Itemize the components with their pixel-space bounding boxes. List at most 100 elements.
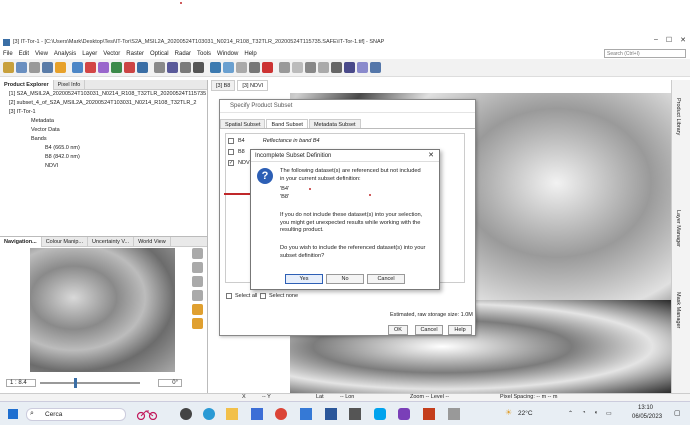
undo-icon[interactable]: [42, 62, 53, 73]
select-all-option[interactable]: Select all: [226, 293, 257, 299]
bicycle-icon[interactable]: [136, 408, 158, 421]
tree-item-product-2[interactable]: [2] subset_4_of_S2A_MSIL2A_20200524T1030…: [3, 99, 207, 108]
file-explorer-icon[interactable]: [226, 408, 238, 420]
tree-item-band-ndvi[interactable]: NDVI: [3, 162, 207, 171]
analysis-icon[interactable]: [111, 62, 122, 73]
notification-icon[interactable]: ▢: [674, 409, 681, 417]
tab-uncertainty[interactable]: Uncertainty V...: [88, 236, 135, 247]
tab-band-subset[interactable]: Band Subset: [266, 119, 308, 128]
band-maths-icon[interactable]: [72, 62, 83, 73]
tree-item-product-3[interactable]: [3] IT-Tor-1: [3, 108, 207, 117]
sync-icon[interactable]: [223, 62, 234, 73]
zoom-all-icon[interactable]: [191, 290, 203, 301]
tab-colour-manipulation[interactable]: Colour Manip...: [42, 236, 88, 247]
clock-time[interactable]: 13:10: [638, 405, 653, 411]
zoom-in-icon[interactable]: [191, 248, 203, 259]
battery-icon[interactable]: ▭: [606, 410, 612, 417]
select-tool-icon[interactable]: [305, 62, 316, 73]
pan-tool-icon[interactable]: [292, 62, 303, 73]
chrome-icon[interactable]: [275, 408, 287, 420]
zoom-pixel-icon[interactable]: [191, 276, 203, 287]
select-all-checkbox[interactable]: [226, 293, 232, 299]
tab-image-b8[interactable]: [3] B8: [211, 80, 236, 91]
export-icon[interactable]: [29, 62, 40, 73]
ellipse-tool-icon[interactable]: [357, 62, 368, 73]
band-row-b8[interactable]: B8: [228, 149, 245, 155]
scatter-icon[interactable]: [154, 62, 165, 73]
alert-cancel-button[interactable]: Cancel: [367, 274, 405, 284]
menu-edit[interactable]: Edit: [19, 51, 29, 57]
menu-tools[interactable]: Tools: [197, 51, 211, 57]
tab-navigation[interactable]: Navigation...: [0, 236, 42, 247]
mask-manager-tab[interactable]: Mask Manager: [675, 292, 681, 328]
sync-cursor-icon[interactable]: [191, 318, 203, 329]
menu-analysis[interactable]: Analysis: [54, 51, 76, 57]
navigation-thumbnail[interactable]: [30, 248, 175, 372]
tree-item-band-b8[interactable]: B8 (842.0 nm): [3, 153, 207, 162]
menu-file[interactable]: File: [3, 51, 13, 57]
band-row-b4[interactable]: B4 Reflectance in band B4: [228, 138, 320, 144]
mask-icon[interactable]: [262, 62, 273, 73]
filter-icon[interactable]: [98, 62, 109, 73]
open-icon[interactable]: [3, 62, 14, 73]
pin-icon[interactable]: [249, 62, 260, 73]
tray-chevron-icon[interactable]: ⌃: [568, 410, 573, 417]
search-input[interactable]: Search (Ctrl+I): [604, 49, 686, 58]
menu-optical[interactable]: Optical: [150, 51, 169, 57]
scale-field[interactable]: 1 : 8.4: [6, 379, 36, 387]
taskbar-search-label[interactable]: Cerca: [45, 411, 62, 418]
zoom-tool-icon[interactable]: [279, 62, 290, 73]
select-none-option[interactable]: Select none: [260, 293, 298, 299]
tree-item-metadata[interactable]: Metadata: [3, 117, 207, 126]
word-icon[interactable]: [325, 408, 337, 420]
statistics-icon[interactable]: [124, 62, 135, 73]
weather-temperature[interactable]: 22°C: [518, 410, 533, 417]
info-icon[interactable]: [193, 62, 204, 73]
tab-world-view[interactable]: World View: [134, 236, 171, 247]
menu-vector[interactable]: Vector: [103, 51, 120, 57]
menu-radar[interactable]: Radar: [175, 51, 191, 57]
edge-icon[interactable]: [203, 408, 215, 420]
snap-icon[interactable]: [349, 408, 361, 420]
line-tool-icon[interactable]: [318, 62, 329, 73]
volume-icon[interactable]: ◖: [594, 410, 598, 416]
maximize-icon[interactable]: ☐: [666, 36, 672, 44]
band-b8-checkbox[interactable]: [228, 149, 234, 155]
band-b4-checkbox[interactable]: [228, 138, 234, 144]
store-icon[interactable]: [251, 408, 263, 420]
skype-icon[interactable]: [374, 408, 386, 420]
menu-help[interactable]: Help: [244, 51, 256, 57]
sync-views-icon[interactable]: [191, 304, 203, 315]
tab-product-explorer[interactable]: Product Explorer: [0, 79, 54, 90]
tree-item-vector-data[interactable]: Vector Data: [3, 126, 207, 135]
menu-view[interactable]: View: [35, 51, 48, 57]
zoom-slider[interactable]: [40, 378, 140, 388]
select-none-checkbox[interactable]: [260, 293, 266, 299]
band-ndvi-checkbox[interactable]: ✓: [228, 160, 234, 166]
rgb-icon[interactable]: [85, 62, 96, 73]
tree-item-bands[interactable]: Bands: [3, 135, 207, 144]
minimize-icon[interactable]: –: [654, 36, 658, 44]
close-icon[interactable]: ✕: [428, 150, 434, 162]
tab-metadata-subset[interactable]: Metadata Subset: [308, 119, 361, 128]
help-button[interactable]: Help: [448, 325, 472, 335]
menu-layer[interactable]: Layer: [82, 51, 97, 57]
tree-item-band-b4[interactable]: B4 (665.0 nm): [3, 144, 207, 153]
rotation-field[interactable]: 0°: [158, 379, 182, 387]
cancel-button[interactable]: Cancel: [415, 325, 443, 335]
layer-manager-tab[interactable]: Layer Manager: [675, 210, 681, 247]
save-icon[interactable]: [16, 62, 27, 73]
band-row-ndvi[interactable]: ✓ NDVI: [228, 160, 251, 166]
ok-button[interactable]: OK: [388, 325, 408, 335]
outlook-icon[interactable]: [300, 408, 312, 420]
zoom-out-icon[interactable]: [191, 262, 203, 273]
zoom-slider-handle[interactable]: [74, 378, 77, 388]
world-map-icon[interactable]: [210, 62, 221, 73]
redo-icon[interactable]: [55, 62, 66, 73]
wifi-icon[interactable]: ◔: [582, 410, 586, 416]
profile-icon[interactable]: [167, 62, 178, 73]
yes-button[interactable]: Yes: [285, 274, 323, 284]
no-button[interactable]: No: [326, 274, 364, 284]
tree-item-product-1[interactable]: [1] S2A_MSIL2A_20200524T103031_N0214_R10…: [3, 90, 207, 99]
teams-icon[interactable]: [398, 408, 410, 420]
